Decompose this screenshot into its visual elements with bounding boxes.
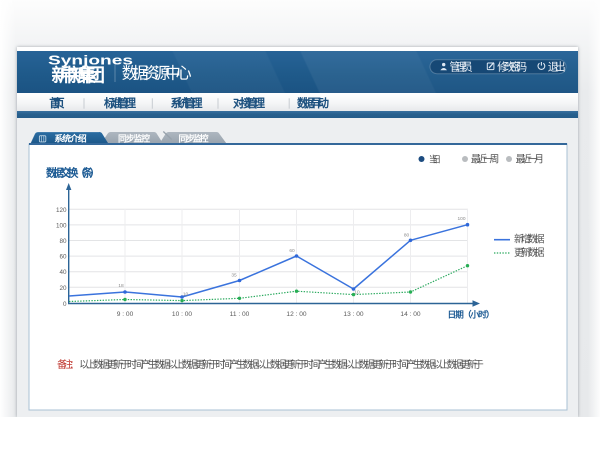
svg-text:100: 100 [56, 222, 67, 229]
svg-text:当日: 当日 [429, 154, 441, 165]
svg-text:13 : 00: 13 : 00 [343, 311, 363, 318]
svg-text:10: 10 [183, 292, 189, 298]
svg-text:退出: 退出 [548, 60, 566, 74]
svg-text:以上数据更新于时间产生数据以上数据更新于时间产生数据以上数据: 以上数据更新于时间产生数据以上数据更新于时间产生数据以上数据更新于时间产生数据以… [79, 358, 484, 371]
svg-text:120: 120 [56, 207, 67, 214]
svg-text:9 : 00: 9 : 00 [117, 311, 134, 318]
svg-text:日期（小时）: 日期（小时） [448, 309, 495, 320]
svg-text:系统管理: 系统管理 [171, 96, 204, 110]
svg-text:最近一周: 最近一周 [471, 153, 500, 166]
svg-text:80: 80 [59, 238, 67, 245]
svg-text:10: 10 [354, 290, 360, 296]
svg-text:备注：: 备注： [57, 358, 79, 371]
svg-text:10 : 00: 10 : 00 [172, 311, 192, 318]
svg-text:更新数据: 更新数据 [514, 246, 545, 259]
svg-text:对接管理: 对接管理 [233, 96, 266, 110]
svg-text:同步监控: 同步监控 [118, 133, 150, 144]
svg-text:修改密码: 修改密码 [497, 60, 527, 74]
svg-text:同步监控: 同步监控 [179, 133, 209, 144]
svg-text:新增数据: 新增数据 [514, 233, 545, 246]
svg-text:管理员: 管理员 [450, 60, 473, 74]
svg-text:数据交换（条）: 数据交换（条） [45, 167, 100, 180]
svg-text:80: 80 [404, 233, 410, 239]
svg-text:数据异动: 数据异动 [297, 96, 329, 110]
svg-text:18: 18 [118, 283, 124, 289]
svg-text:数据资源中心: 数据资源中心 [122, 64, 192, 82]
svg-text:14 : 00: 14 : 00 [400, 311, 420, 318]
svg-text:11 : 00: 11 : 00 [230, 311, 250, 318]
svg-text:100: 100 [457, 216, 465, 222]
svg-text:首页: 首页 [49, 96, 64, 110]
svg-text:0: 0 [63, 301, 67, 308]
svg-text:20: 20 [59, 285, 67, 292]
svg-text:12 : 00: 12 : 00 [286, 311, 306, 318]
svg-text:系统介绍: 系统介绍 [54, 133, 86, 144]
svg-text:新中新集团: 新中新集团 [52, 65, 106, 86]
svg-text:40: 40 [59, 269, 67, 276]
svg-text:最近一月: 最近一月 [516, 153, 544, 166]
svg-text:标准管理: 标准管理 [103, 96, 137, 110]
svg-text:60: 60 [59, 254, 67, 261]
svg-text:60: 60 [289, 248, 295, 254]
svg-text:35: 35 [231, 273, 237, 279]
